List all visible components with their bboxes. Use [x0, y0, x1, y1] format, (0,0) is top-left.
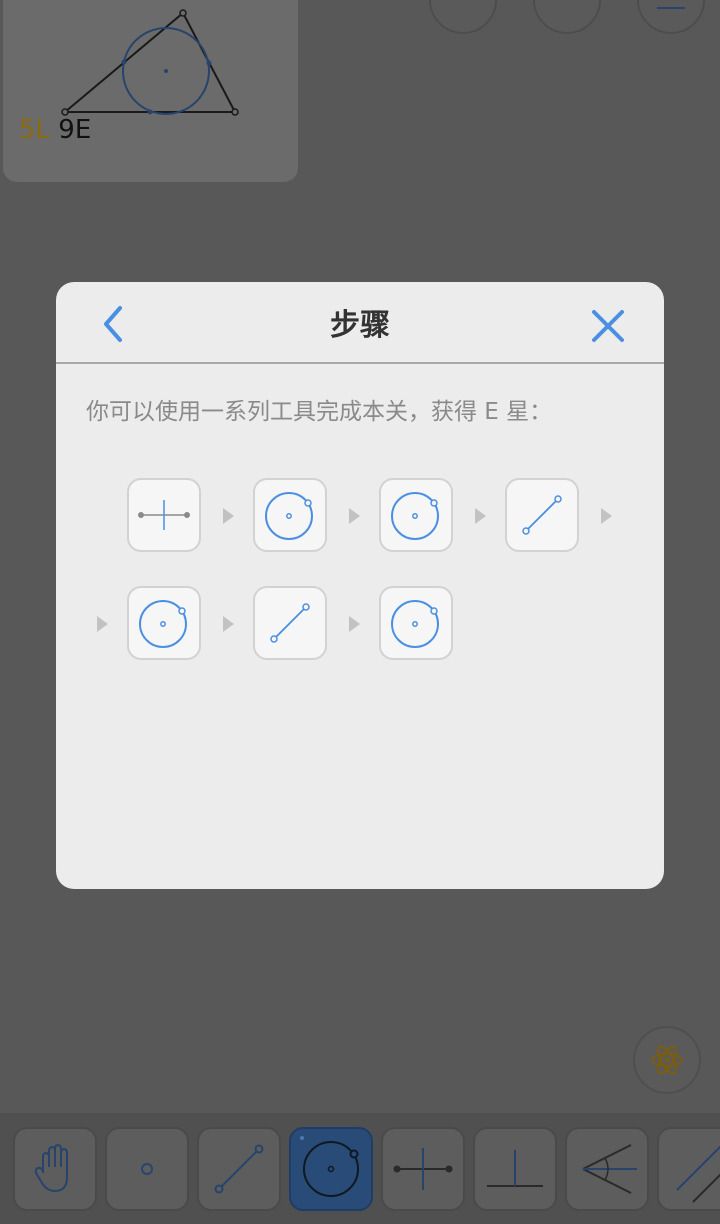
step-arrow [349, 508, 360, 524]
circle-icon [391, 600, 439, 648]
tool-line[interactable] [197, 1127, 281, 1211]
perpendicular-bisector-icon [138, 500, 190, 530]
score-energy: 9E [58, 115, 92, 145]
step-line [253, 586, 327, 660]
steps-list [56, 282, 664, 889]
circle-icon [265, 492, 313, 540]
level-score: 5L 9E [19, 115, 91, 145]
step-circle [379, 478, 453, 552]
angle-bisector-icon [582, 1144, 637, 1194]
perpendicular-icon [487, 1150, 543, 1187]
score-level: 5L [19, 115, 51, 145]
circle-icon [139, 600, 187, 648]
tool-hand[interactable] [13, 1127, 97, 1211]
undo-button[interactable] [429, 0, 497, 34]
step-arrow [601, 508, 612, 524]
step-arrow [349, 616, 360, 632]
step-arrow [97, 616, 108, 632]
circle-tool-icon [300, 1136, 359, 1197]
step-circle [127, 586, 201, 660]
step-arrow [475, 508, 486, 524]
menu-icon [657, 7, 685, 9]
tool-circle[interactable] [289, 1127, 373, 1211]
hand-icon [34, 1143, 68, 1193]
perpendicular-bisector-icon [393, 1148, 453, 1190]
step-arrow [223, 508, 234, 524]
menu-button[interactable] [637, 0, 705, 34]
level-card[interactable]: 5L 9E [3, 0, 298, 182]
circle-icon [391, 492, 439, 540]
atom-icon [651, 1045, 683, 1075]
steps-dialog: 步骤 你可以使用一系列工具完成本关，获得 E 星： [56, 282, 664, 889]
tool-point[interactable] [105, 1127, 189, 1211]
step-arrow [223, 616, 234, 632]
tool-perpendicular[interactable] [473, 1127, 557, 1211]
level-thumbnail [61, 9, 239, 116]
point-icon [141, 1163, 153, 1175]
explore-button[interactable] [633, 1026, 701, 1094]
step-circle [253, 478, 327, 552]
tool-parallel[interactable] [657, 1127, 720, 1211]
tool-bar [0, 1113, 720, 1224]
line-icon [214, 1144, 264, 1194]
hint-button[interactable] [533, 0, 601, 34]
line-icon [270, 603, 310, 643]
step-circle [379, 586, 453, 660]
step-line [505, 478, 579, 552]
step-perpendicular-bisector [127, 478, 201, 552]
parallel-icon [676, 1145, 720, 1203]
tool-perpendicular-bisector[interactable] [381, 1127, 465, 1211]
line-icon [522, 495, 562, 535]
tool-angle-bisector[interactable] [565, 1127, 649, 1211]
